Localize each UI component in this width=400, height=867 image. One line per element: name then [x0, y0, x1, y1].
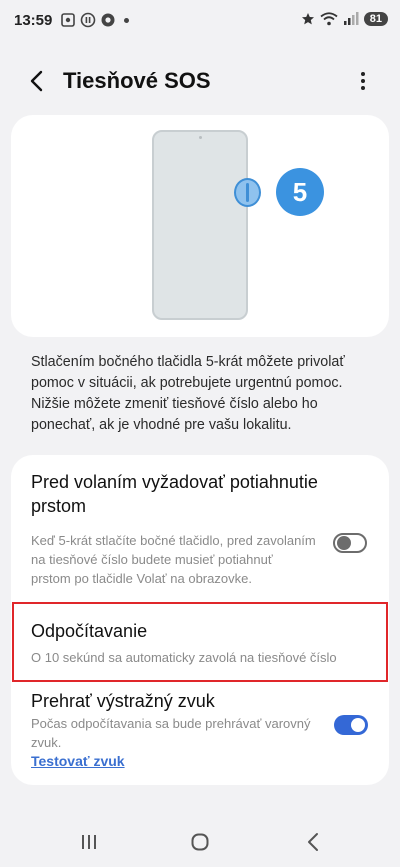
star-icon — [301, 13, 314, 25]
pause-icon — [80, 12, 96, 28]
home-button[interactable] — [185, 827, 215, 857]
status-bar: 13:59 81 — [0, 0, 400, 44]
warning-sound-toggle[interactable] — [334, 715, 368, 735]
more-notifications-dot — [124, 17, 129, 23]
chevron-left-icon — [30, 70, 43, 92]
wifi-icon — [320, 12, 338, 26]
nav-back-button[interactable] — [298, 827, 328, 857]
settings-card: Pred volaním vyžadovať potiahnutie prsto… — [11, 455, 389, 785]
warning-sound-setting[interactable]: Prehrať výstražný zvuk Počas odpočítavan… — [11, 689, 389, 779]
notification-icons — [60, 12, 129, 28]
more-options-button[interactable] — [348, 66, 378, 96]
recent-apps-button[interactable] — [74, 827, 104, 857]
signal-icon — [343, 12, 359, 25]
battery-indicator: 81 — [363, 12, 388, 26]
countdown-title: Odpočítavanie — [31, 621, 148, 641]
back-arrow-icon — [308, 833, 318, 851]
test-sound-link[interactable]: Testovať zvuk — [31, 753, 125, 769]
page-title: Tiesňové SOS — [63, 68, 211, 93]
toggle-knob — [351, 718, 365, 732]
phone-illustration — [152, 130, 248, 320]
warning-sound-title: Prehrať výstražný zvuk — [31, 691, 215, 711]
system-status-icons: 81 — [301, 12, 388, 26]
more-vertical-icon — [361, 72, 365, 90]
require-swipe-title: Pred volaním vyžadovať potiahnutie prsto… — [31, 472, 318, 516]
toggle-knob — [337, 536, 351, 550]
chrome-icon — [101, 13, 115, 27]
require-swipe-setting[interactable]: Pred volaním vyžadovať potiahnutie prsto… — [11, 470, 389, 605]
phone-camera — [199, 136, 202, 139]
app-header: Tiesňové SOS — [0, 58, 400, 106]
recent-apps-icon — [82, 835, 96, 849]
require-swipe-toggle[interactable] — [333, 533, 367, 553]
feature-description: Stlačením bočného tlačidla 5-krát môžete… — [31, 354, 345, 433]
home-icon — [191, 833, 209, 851]
status-time: 13:59 — [14, 12, 53, 29]
side-button-illustration — [234, 178, 261, 207]
require-swipe-subtitle: Keď 5-krát stlačíte bočné tlačidlo, pred… — [31, 533, 316, 586]
press-count-badge: 5 — [276, 168, 324, 216]
countdown-setting[interactable]: Odpočítavanie O 10 sekúnd sa automaticky… — [11, 602, 389, 684]
warning-sound-subtitle: Počas odpočítavania sa bude prehrávať va… — [31, 716, 311, 750]
back-button[interactable] — [22, 66, 52, 96]
navigation-bar — [0, 815, 400, 867]
countdown-subtitle: O 10 sekúnd sa automaticky zavolá na tie… — [31, 650, 337, 665]
screenshot-icon — [61, 13, 75, 27]
sos-illustration: 5 — [11, 115, 389, 337]
